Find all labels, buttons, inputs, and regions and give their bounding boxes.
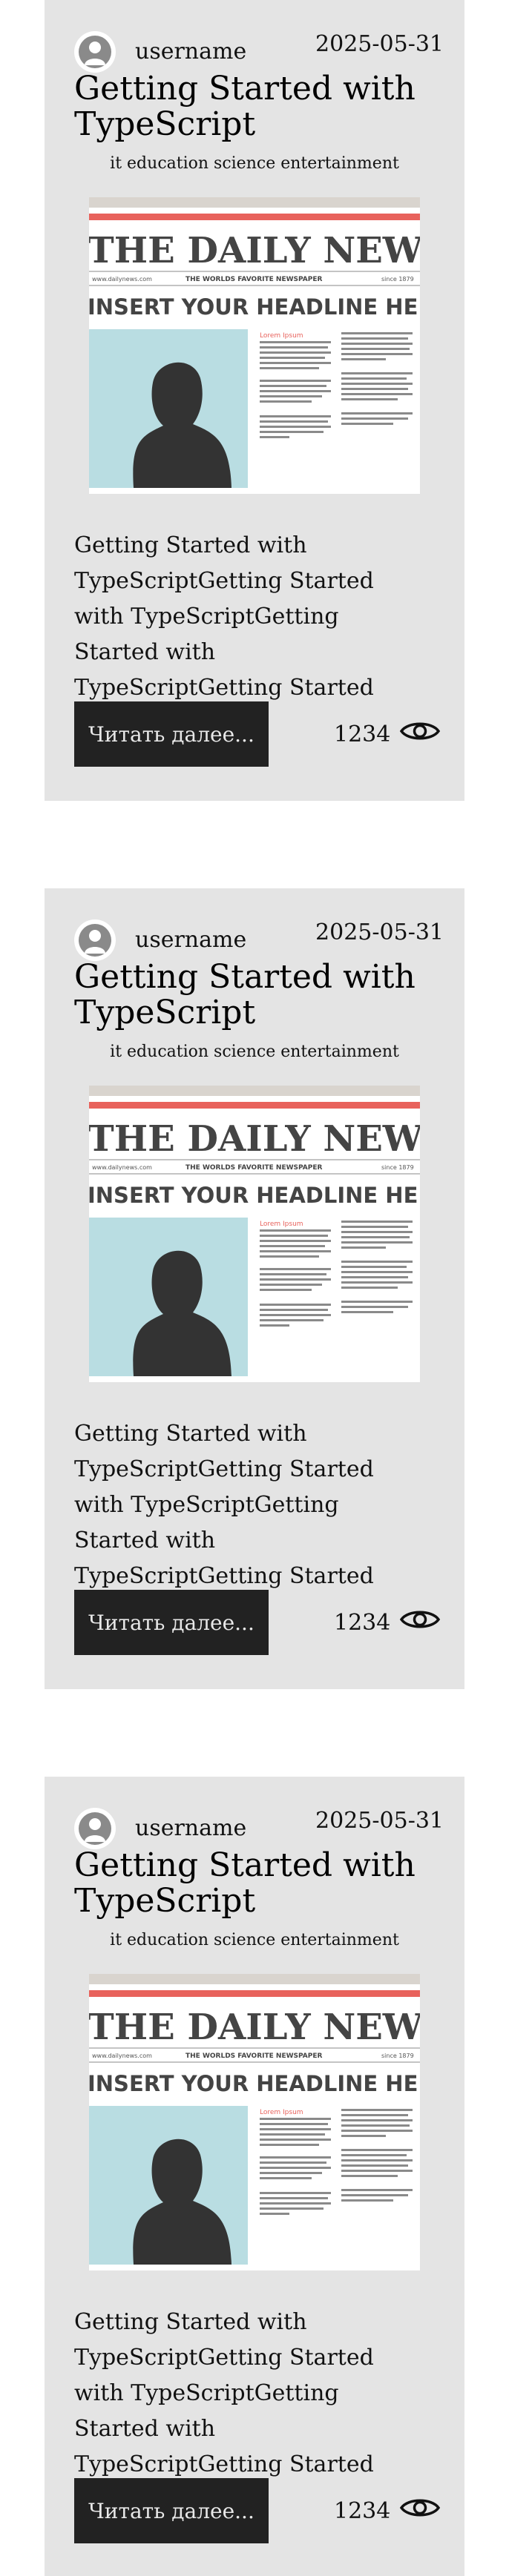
lead-text: Lorem Ipsum: [260, 2109, 303, 2116]
masthead-tagline: THE WORLDS FAVORITE NEWSPAPER: [185, 1164, 322, 1172]
post-tags: it education science entertainment: [110, 1931, 399, 1949]
view-count: 1234: [334, 716, 441, 752]
post-card: username 2025-05-31 Getting Started with…: [45, 0, 464, 801]
view-count-value: 1234: [334, 2497, 391, 2524]
view-count: 1234: [334, 2493, 441, 2529]
post-date: 2025-05-31: [315, 919, 444, 945]
eye-icon: [399, 1606, 441, 1639]
headline-text: INSERT YOUR HEADLINE HERE: [89, 1183, 420, 1208]
post-title[interactable]: Getting Started with TypeScript: [74, 1848, 445, 1919]
view-count: 1234: [334, 1605, 441, 1640]
read-more-button[interactable]: Читать далее...: [74, 1590, 269, 1655]
post-header: username 2025-05-31: [74, 1808, 444, 1849]
masthead-text: THE DAILY NEWS: [89, 1118, 420, 1160]
newspaper-illustration: THE DAILY NEWS www.dailynews.com THE WOR…: [89, 197, 420, 494]
post-tags: it education science entertainment: [110, 154, 399, 173]
eye-icon: [399, 2494, 441, 2527]
headline-text: INSERT YOUR HEADLINE HERE: [89, 294, 420, 320]
post-header: username 2025-05-31: [74, 31, 444, 73]
masthead-since: since 1879: [381, 1164, 414, 1171]
masthead-site: www.dailynews.com: [92, 1164, 152, 1171]
post-image: THE DAILY NEWS www.dailynews.com THE WOR…: [89, 197, 420, 494]
username[interactable]: username: [135, 1812, 246, 1845]
post-image: THE DAILY NEWS www.dailynews.com THE WOR…: [89, 1086, 420, 1382]
post-title[interactable]: Getting Started with TypeScript: [74, 71, 445, 142]
newspaper-illustration: THE DAILY NEWS www.dailynews.com THE WOR…: [89, 1086, 420, 1382]
read-more-button[interactable]: Читать далее...: [74, 701, 269, 767]
avatar[interactable]: [74, 919, 116, 961]
post-card: username 2025-05-31 Getting Started with…: [45, 888, 464, 1689]
username[interactable]: username: [135, 924, 246, 957]
post-card: username 2025-05-31 Getting Started with…: [45, 1777, 464, 2576]
newspaper-illustration: THE DAILY NEWS www.dailynews.com THE WOR…: [89, 1974, 420, 2270]
post-image: THE DAILY NEWS www.dailynews.com THE WOR…: [89, 1974, 420, 2270]
lead-text: Lorem Ipsum: [260, 1221, 303, 1228]
avatar[interactable]: [74, 31, 116, 73]
masthead-tagline: THE WORLDS FAVORITE NEWSPAPER: [185, 276, 322, 283]
post-date: 2025-05-31: [315, 1808, 444, 1834]
masthead-site: www.dailynews.com: [92, 2052, 152, 2059]
lead-text: Lorem Ipsum: [260, 332, 303, 340]
user-icon: [79, 924, 111, 957]
post-tags: it education science entertainment: [110, 1043, 399, 1061]
masthead-since: since 1879: [381, 2052, 414, 2059]
masthead-text: THE DAILY NEWS: [89, 2007, 420, 2048]
post-header: username 2025-05-31: [74, 919, 444, 961]
masthead-text: THE DAILY NEWS: [89, 230, 420, 271]
avatar[interactable]: [74, 1808, 116, 1849]
username[interactable]: username: [135, 36, 246, 68]
read-more-button[interactable]: Читать далее...: [74, 2478, 269, 2543]
masthead-tagline: THE WORLDS FAVORITE NEWSPAPER: [185, 2052, 322, 2060]
eye-icon: [399, 718, 441, 750]
post-title[interactable]: Getting Started with TypeScript: [74, 960, 445, 1031]
user-icon: [79, 1812, 111, 1845]
masthead-site: www.dailynews.com: [92, 276, 152, 283]
view-count-value: 1234: [334, 1609, 391, 1636]
post-feed: username 2025-05-31 Getting Started with…: [0, 0, 509, 2576]
user-icon: [79, 36, 111, 68]
headline-text: INSERT YOUR HEADLINE HERE: [89, 2071, 420, 2096]
view-count-value: 1234: [334, 721, 391, 747]
post-date: 2025-05-31: [315, 31, 444, 57]
masthead-since: since 1879: [381, 276, 414, 283]
